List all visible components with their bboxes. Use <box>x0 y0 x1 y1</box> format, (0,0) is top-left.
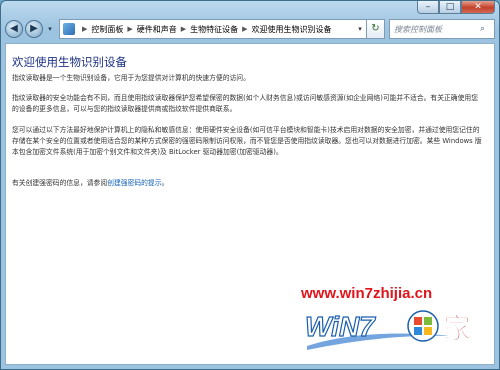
forward-button[interactable]: ▶ <box>25 20 43 38</box>
security-paragraph: 指纹读取器的安全功能会有不同，而且使用指纹读取器保护您希望保密的数据(如个人财务… <box>12 94 478 113</box>
title-bar[interactable]: – □ ✕ <box>1 1 499 17</box>
breadcrumb-item-welcome[interactable]: 欢迎使用生物识别设备 <box>252 24 332 35</box>
minimize-button[interactable]: – <box>417 1 439 14</box>
password-paragraph: 有关创建强密码的信息，请参阅创建强密码的提示。 <box>12 178 484 189</box>
breadcrumb-item-hardware-sound[interactable]: 硬件和声音 <box>137 24 177 35</box>
page-title: 欢迎使用生物识别设备 <box>12 55 127 69</box>
logo-text: WiN7 <box>305 311 376 342</box>
site-watermark: www.win7zhijia.cn <box>301 283 432 302</box>
breadcrumb-item-biometric-devices[interactable]: 生物特征设备 <box>190 24 238 35</box>
intro-paragraph: 指纹读取器是一个生物识别设备，它用于为您提供对计算机的快速方便的访问。 <box>12 74 250 82</box>
address-dropdown-icon[interactable]: ▾ <box>354 25 366 33</box>
windows-flag-icon <box>407 310 439 342</box>
navigation-bar: ◀ ▶ ▾ ▶ 控制面板 ▶ 硬件和声音 ▶ 生物特征设备 ▶ 欢迎使用生物识别… <box>5 17 495 41</box>
window-buttons: – □ ✕ <box>417 1 495 14</box>
address-bar[interactable]: ▶ 控制面板 ▶ 硬件和声音 ▶ 生物特征设备 ▶ 欢迎使用生物识别设备 ▾ <box>59 19 367 39</box>
search-input[interactable]: 搜索控制面板 ⌕ <box>389 19 495 39</box>
breadcrumb-item-control-panel[interactable]: 控制面板 <box>91 24 123 35</box>
password-text-end: 。 <box>161 179 169 187</box>
watermark-url: www.win7zhijia.cn <box>301 285 433 302</box>
close-button[interactable]: ✕ <box>461 1 495 14</box>
win7-logo: WiN7 家 <box>304 310 471 350</box>
password-text: 有关创建强密码的信息，请参阅 <box>12 179 108 187</box>
search-placeholder: 搜索控制面板 <box>394 24 442 34</box>
control-panel-window: – □ ✕ ◀ ▶ ▾ ▶ 控制面板 ▶ 硬件和声音 ▶ 生物特征设备 ▶ 欢迎… <box>0 0 500 370</box>
breadcrumb-separator-icon[interactable]: ▶ <box>127 25 132 33</box>
back-button[interactable]: ◀ <box>5 20 23 38</box>
breadcrumb-separator-icon[interactable]: ▶ <box>242 25 247 33</box>
logo-suffix: 家 <box>443 312 471 345</box>
strong-password-tips-link[interactable]: 创建强密码的提示 <box>107 179 161 187</box>
maximize-button[interactable]: □ <box>439 1 461 14</box>
breadcrumb-separator-icon[interactable]: ▶ <box>82 25 87 33</box>
privacy-paragraph: 您可以通过以下方法最好地保护计算机上的隐私和敏感信息：使用硬件安全设备(如可信平… <box>12 126 482 156</box>
refresh-button[interactable]: ↻ <box>367 19 385 39</box>
breadcrumb-separator-icon[interactable]: ▶ <box>181 25 186 33</box>
search-icon[interactable]: ⌕ <box>480 24 494 34</box>
recent-pages-dropdown[interactable]: ▾ <box>45 25 55 33</box>
control-panel-icon <box>63 23 75 35</box>
